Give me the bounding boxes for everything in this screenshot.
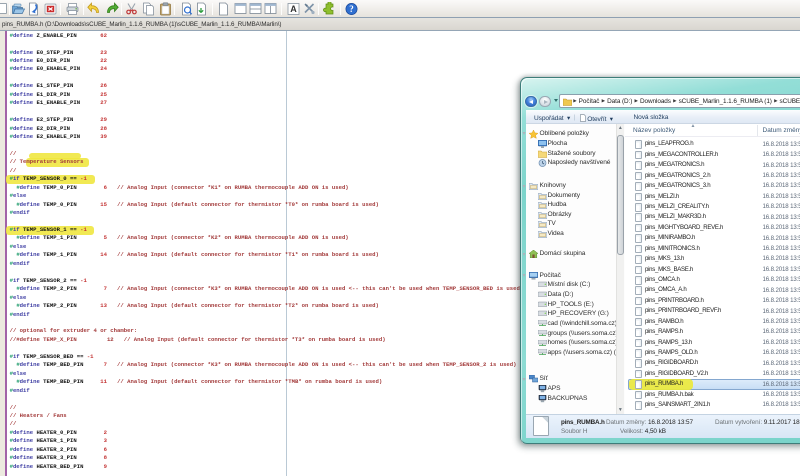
svg-text:A: A (290, 4, 297, 14)
svg-text:?: ? (349, 4, 354, 14)
